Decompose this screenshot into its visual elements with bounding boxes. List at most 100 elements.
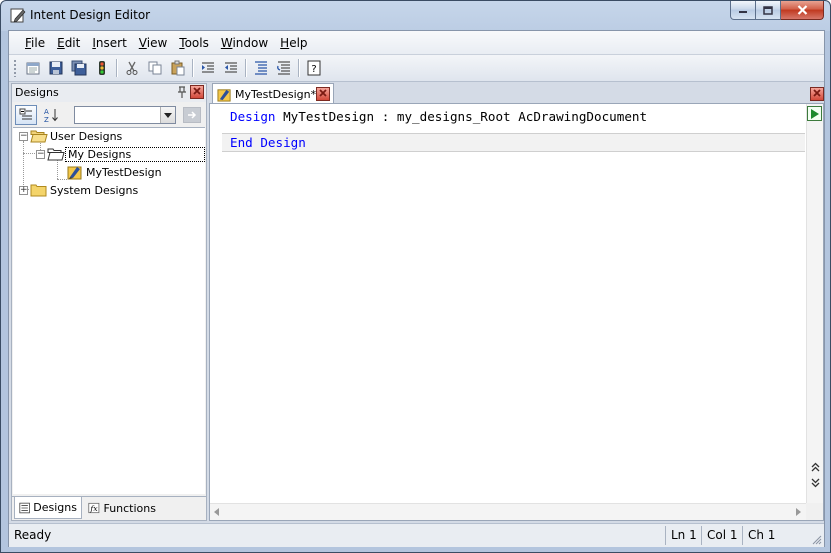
copy-icon bbox=[148, 61, 161, 75]
designs-pane-tabs: Designs fx Functions bbox=[12, 496, 206, 520]
tree-node-user-designs[interactable]: User Designs bbox=[30, 128, 122, 144]
categorized-icon bbox=[19, 108, 32, 120]
scroll-down-icon[interactable] bbox=[811, 478, 820, 488]
comment-icon bbox=[254, 61, 267, 75]
paste-icon bbox=[171, 60, 184, 76]
keyword-end: End bbox=[230, 135, 253, 150]
scroll-up-icon[interactable] bbox=[811, 462, 820, 472]
toolbar-separator bbox=[116, 59, 117, 77]
tab-designs-label: Designs bbox=[33, 501, 77, 514]
close-icon bbox=[193, 87, 201, 95]
tab-designs[interactable]: Designs bbox=[14, 497, 82, 519]
tab-mytestdesign[interactable]: MyTestDesign* bbox=[212, 83, 334, 104]
code-editor[interactable]: Design MyTestDesign : my_designs_Root Ac… bbox=[209, 103, 824, 521]
status-line: Ln 1 bbox=[665, 526, 702, 545]
outdent-icon bbox=[224, 62, 237, 73]
toolbar-separator bbox=[192, 59, 193, 77]
toolbar-separator bbox=[245, 59, 246, 77]
close-icon bbox=[813, 89, 821, 97]
scroll-left-icon[interactable] bbox=[214, 508, 220, 516]
svg-text:Z: Z bbox=[44, 116, 49, 123]
maximize-button[interactable] bbox=[756, 1, 781, 20]
design-file-icon bbox=[67, 166, 82, 180]
status-text: Ready bbox=[14, 528, 52, 542]
new-design-icon bbox=[26, 62, 39, 75]
play-icon bbox=[811, 108, 819, 119]
designs-pane: Designs AZ − User Designs − My Designs M… bbox=[11, 83, 207, 521]
tree-node-mytestdesign[interactable]: MyTestDesign bbox=[67, 164, 162, 180]
tree-label-my-designs: My Designs bbox=[65, 146, 205, 162]
save-all-button[interactable] bbox=[67, 57, 90, 79]
menu-bar: File Edit Insert View Tools Window Help bbox=[9, 31, 824, 54]
tab-functions[interactable]: fx Functions bbox=[84, 497, 160, 519]
indent-button[interactable] bbox=[196, 57, 219, 79]
close-button[interactable] bbox=[781, 1, 824, 20]
pin-icon[interactable] bbox=[175, 85, 189, 99]
keyword-design: Design bbox=[230, 109, 276, 124]
menu-window[interactable]: Window bbox=[215, 36, 274, 50]
build-button[interactable] bbox=[90, 57, 113, 79]
resize-grip-icon[interactable] bbox=[810, 533, 822, 545]
scroll-right-icon[interactable] bbox=[795, 508, 801, 516]
vertical-scrollbar[interactable] bbox=[806, 104, 823, 504]
minimize-button[interactable] bbox=[730, 1, 756, 20]
run-button[interactable] bbox=[807, 106, 822, 121]
open-folder-icon bbox=[30, 130, 48, 143]
horizontal-scrollbar[interactable] bbox=[210, 503, 807, 520]
svg-text:A: A bbox=[44, 108, 49, 116]
close-document-button[interactable] bbox=[810, 87, 824, 101]
uncomment-icon bbox=[276, 61, 290, 75]
indent-icon bbox=[201, 62, 214, 73]
cut-button[interactable] bbox=[120, 57, 143, 79]
main-toolbar: ? bbox=[9, 54, 824, 82]
open-folder-icon bbox=[47, 148, 65, 161]
expander-system-designs[interactable]: + bbox=[19, 186, 28, 195]
tree-label-system-designs: System Designs bbox=[50, 183, 139, 197]
outdent-button[interactable] bbox=[219, 57, 242, 79]
tree-label-user-designs: User Designs bbox=[50, 129, 123, 143]
menu-help[interactable]: Help bbox=[274, 36, 313, 50]
tree-label-mytestdesign: MyTestDesign bbox=[86, 165, 162, 179]
title-bar[interactable]: Intent Design Editor bbox=[1, 1, 830, 30]
design-search-combo[interactable] bbox=[74, 106, 176, 124]
close-icon bbox=[797, 5, 807, 15]
toolbar-grip[interactable] bbox=[13, 59, 17, 77]
tab-mytestdesign-label: MyTestDesign* bbox=[235, 87, 317, 101]
menu-edit[interactable]: Edit bbox=[51, 36, 86, 50]
help-button[interactable]: ? bbox=[302, 57, 325, 79]
new-design-button[interactable] bbox=[21, 57, 44, 79]
design-file-icon bbox=[217, 88, 231, 102]
app-icon bbox=[10, 7, 26, 23]
design-mixins: my_designs_Root AcDrawingDocument bbox=[396, 109, 648, 124]
toolbar-separator bbox=[298, 59, 299, 77]
maximize-icon bbox=[763, 5, 773, 15]
menu-file[interactable]: File bbox=[19, 36, 51, 50]
design-name: MyTestDesign bbox=[283, 109, 375, 124]
alphabetical-sort-button[interactable]: AZ bbox=[40, 105, 62, 125]
save-icon bbox=[49, 61, 62, 75]
close-icon bbox=[319, 89, 327, 97]
folder-icon bbox=[30, 184, 47, 197]
code-area[interactable]: Design MyTestDesign : my_designs_Root Ac… bbox=[216, 108, 805, 152]
expander-my-designs[interactable]: − bbox=[36, 150, 45, 159]
build-icon bbox=[98, 61, 105, 75]
save-button[interactable] bbox=[44, 57, 67, 79]
uncomment-button[interactable] bbox=[272, 57, 295, 79]
designs-tree: − User Designs − My Designs MyTestDesign bbox=[13, 127, 205, 494]
chevron-down-icon[interactable] bbox=[160, 107, 175, 123]
comment-button[interactable] bbox=[249, 57, 272, 79]
menu-tools[interactable]: Tools bbox=[173, 36, 215, 50]
copy-button[interactable] bbox=[143, 57, 166, 79]
expander-user-designs[interactable]: − bbox=[19, 132, 28, 141]
code-line-2[interactable]: End Design bbox=[222, 134, 805, 151]
code-line-1[interactable]: Design MyTestDesign : my_designs_Root Ac… bbox=[216, 108, 805, 125]
categorized-view-button[interactable] bbox=[15, 105, 37, 125]
menu-insert[interactable]: Insert bbox=[86, 36, 132, 50]
tree-node-my-designs[interactable]: My Designs bbox=[47, 146, 205, 162]
menu-view[interactable]: View bbox=[133, 36, 173, 50]
close-tab-button[interactable] bbox=[316, 87, 330, 101]
tree-node-system-designs[interactable]: System Designs bbox=[30, 182, 138, 198]
close-pane-button[interactable] bbox=[190, 85, 204, 99]
go-button[interactable] bbox=[183, 107, 201, 123]
paste-button[interactable] bbox=[166, 57, 189, 79]
